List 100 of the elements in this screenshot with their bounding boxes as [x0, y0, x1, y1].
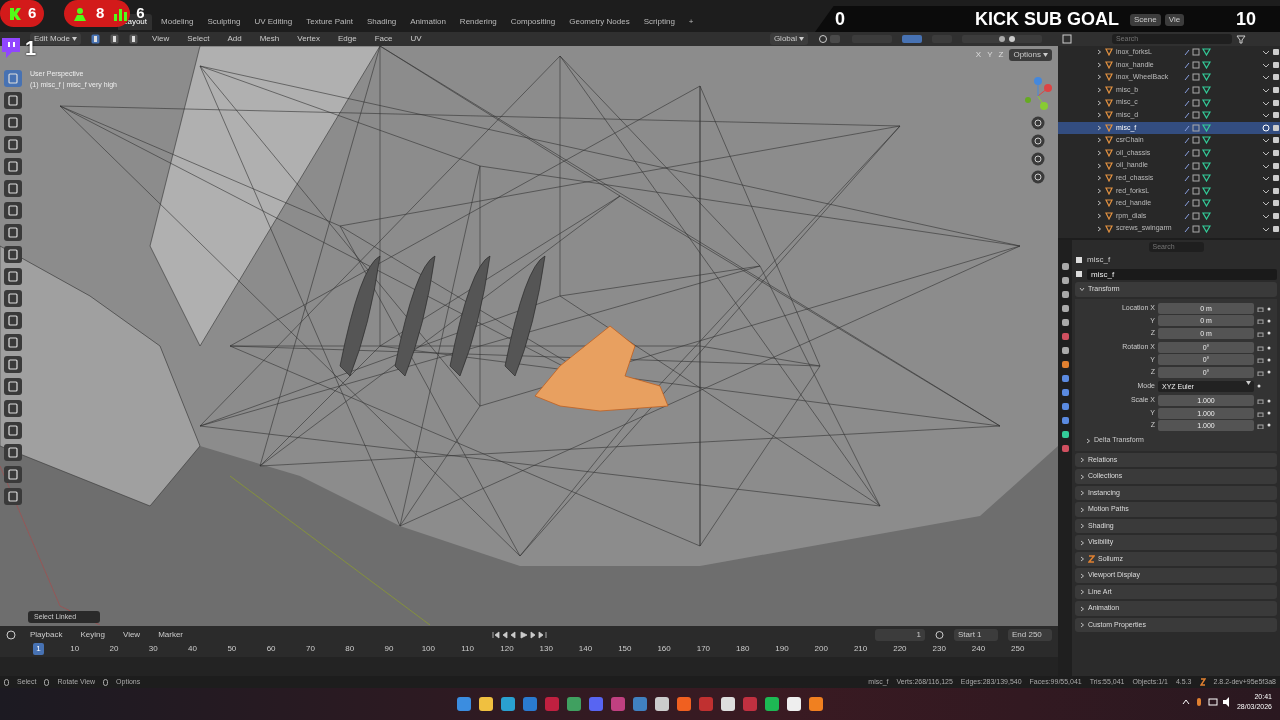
visibility-icon[interactable]: [1262, 224, 1280, 233]
orientation-dropdown[interactable]: Global: [769, 33, 808, 45]
grid-icon[interactable]: [1031, 170, 1045, 184]
tool-icon[interactable]: [4, 290, 22, 307]
visibility-icon[interactable]: [1262, 98, 1280, 107]
app-icon[interactable]: [786, 696, 802, 712]
keyframe-dot-icon[interactable]: [1267, 411, 1271, 415]
keyframe-dot-icon[interactable]: [1267, 331, 1271, 336]
workspace-tab[interactable]: Rendering: [454, 14, 502, 30]
tool-icon[interactable]: [4, 268, 22, 285]
app-icon[interactable]: [500, 696, 516, 712]
chevron-icon[interactable]: [1079, 605, 1085, 612]
menu-item[interactable]: Vertex: [293, 33, 324, 45]
visibility-icon[interactable]: [1262, 174, 1280, 183]
options-dropdown[interactable]: Options: [1009, 49, 1052, 61]
zoom-icon[interactable]: [1031, 116, 1045, 130]
workspace-tab[interactable]: Modeling: [156, 14, 199, 30]
camera-icon[interactable]: [1031, 152, 1045, 166]
keyframe-dot-icon[interactable]: [1267, 423, 1271, 428]
keyframe-dot-icon[interactable]: [1267, 318, 1271, 323]
menu-item[interactable]: Face: [370, 33, 397, 45]
tool-icon[interactable]: [4, 202, 22, 219]
menu-item[interactable]: Select: [183, 33, 214, 45]
menu-item[interactable]: Add: [223, 33, 246, 45]
keyframe-dot-icon[interactable]: [1267, 370, 1271, 375]
workspace-tab[interactable]: Texture Paint: [301, 14, 358, 30]
app-icon[interactable]: [764, 696, 780, 712]
stopwatch-icon[interactable]: [935, 630, 944, 639]
current-frame-field[interactable]: 1: [875, 628, 925, 641]
eye-icon[interactable]: [1262, 123, 1280, 132]
visibility-icon[interactable]: [1262, 149, 1280, 158]
workspace-tab[interactable]: UV Editing: [249, 14, 298, 30]
visibility-icon[interactable]: [1262, 86, 1280, 95]
tool-icon[interactable]: [4, 246, 22, 263]
visibility-icon[interactable]: [1262, 111, 1280, 120]
visibility-icon[interactable]: [1262, 186, 1280, 195]
keyframe-dot-icon[interactable]: [1267, 398, 1271, 403]
tool-icon[interactable]: [4, 136, 22, 153]
tool-icon[interactable]: [4, 92, 22, 109]
chevron-icon[interactable]: [1079, 286, 1085, 293]
keyframe-dot-icon[interactable]: [1267, 306, 1271, 311]
tool-icon[interactable]: [4, 334, 22, 351]
chevron-icon[interactable]: [1079, 490, 1085, 496]
visibility-icon[interactable]: [1262, 60, 1280, 69]
tool-icon[interactable]: [4, 466, 22, 483]
visibility-icon[interactable]: [1262, 212, 1280, 220]
tool-icon[interactable]: [4, 180, 22, 197]
chevron-icon[interactable]: [1079, 457, 1085, 463]
keyframe-dot-icon[interactable]: [1267, 357, 1271, 362]
view-layer-selector[interactable]: Vie: [1164, 14, 1185, 26]
menu-item[interactable]: Marker: [154, 628, 188, 641]
tool-icon[interactable]: [4, 378, 22, 395]
chevron-icon[interactable]: [1079, 622, 1085, 628]
keyframe-dot-icon[interactable]: [1267, 345, 1271, 350]
chevron-icon[interactable]: [1079, 506, 1085, 513]
chevron-icon[interactable]: [1079, 572, 1085, 579]
workspace-tab[interactable]: Sculpting: [202, 14, 246, 30]
visibility-icon[interactable]: [1262, 199, 1280, 208]
scene-selector[interactable]: Scene: [1130, 14, 1161, 26]
object-name-field[interactable]: misc_f: [1087, 268, 1277, 280]
tool-icon[interactable]: [4, 158, 22, 175]
workspace-tab[interactable]: Scripting: [638, 14, 680, 30]
current-frame-marker[interactable]: 1: [33, 643, 44, 655]
snapping-icon[interactable]: [818, 34, 842, 44]
menu-item[interactable]: Edge: [333, 33, 361, 45]
menu-item[interactable]: UV: [406, 33, 426, 45]
tool-icon[interactable]: [4, 422, 22, 439]
visibility-icon[interactable]: [1262, 48, 1280, 57]
visibility-icon[interactable]: [1262, 161, 1280, 170]
tool-icon[interactable]: [4, 444, 22, 461]
workspace-tab[interactable]: Compositing: [505, 14, 561, 30]
menu-item[interactable]: View: [148, 33, 174, 45]
app-icon[interactable]: [478, 696, 494, 712]
clock-editor-icon[interactable]: [6, 629, 16, 640]
menu-item[interactable]: View: [118, 628, 145, 641]
tool-icon[interactable]: [4, 488, 22, 505]
keyframe-dot-icon[interactable]: [1257, 384, 1261, 389]
app-icon[interactable]: [654, 696, 670, 712]
app-icon[interactable]: [808, 696, 824, 712]
menu-item[interactable]: Mesh: [255, 33, 284, 45]
tool-icon[interactable]: [4, 312, 22, 329]
tool-icon[interactable]: [4, 356, 22, 373]
system-tray-icons[interactable]: [1180, 696, 1231, 708]
visibility-icon[interactable]: [1262, 73, 1280, 82]
chevron-icon[interactable]: [1079, 473, 1085, 480]
chevron-icon[interactable]: [1085, 437, 1091, 444]
tool-icon[interactable]: [4, 114, 22, 131]
chevron-icon[interactable]: [1079, 539, 1085, 546]
filter-icon[interactable]: [1236, 34, 1246, 44]
menu-item[interactable]: Playback: [26, 628, 67, 641]
tool-icon[interactable]: [4, 400, 22, 417]
chevron-icon[interactable]: [1079, 589, 1085, 595]
chevron-icon[interactable]: [1079, 523, 1085, 529]
workspace-tab[interactable]: Shading: [361, 14, 402, 30]
visibility-icon[interactable]: [1262, 136, 1280, 145]
menu-item[interactable]: Keying: [76, 628, 109, 641]
workspace-tab[interactable]: Animation: [405, 14, 451, 30]
chevron-icon[interactable]: [1079, 556, 1085, 562]
workspace-tab[interactable]: Geometry Nodes: [564, 14, 635, 30]
tool-icon[interactable]: [4, 224, 22, 241]
